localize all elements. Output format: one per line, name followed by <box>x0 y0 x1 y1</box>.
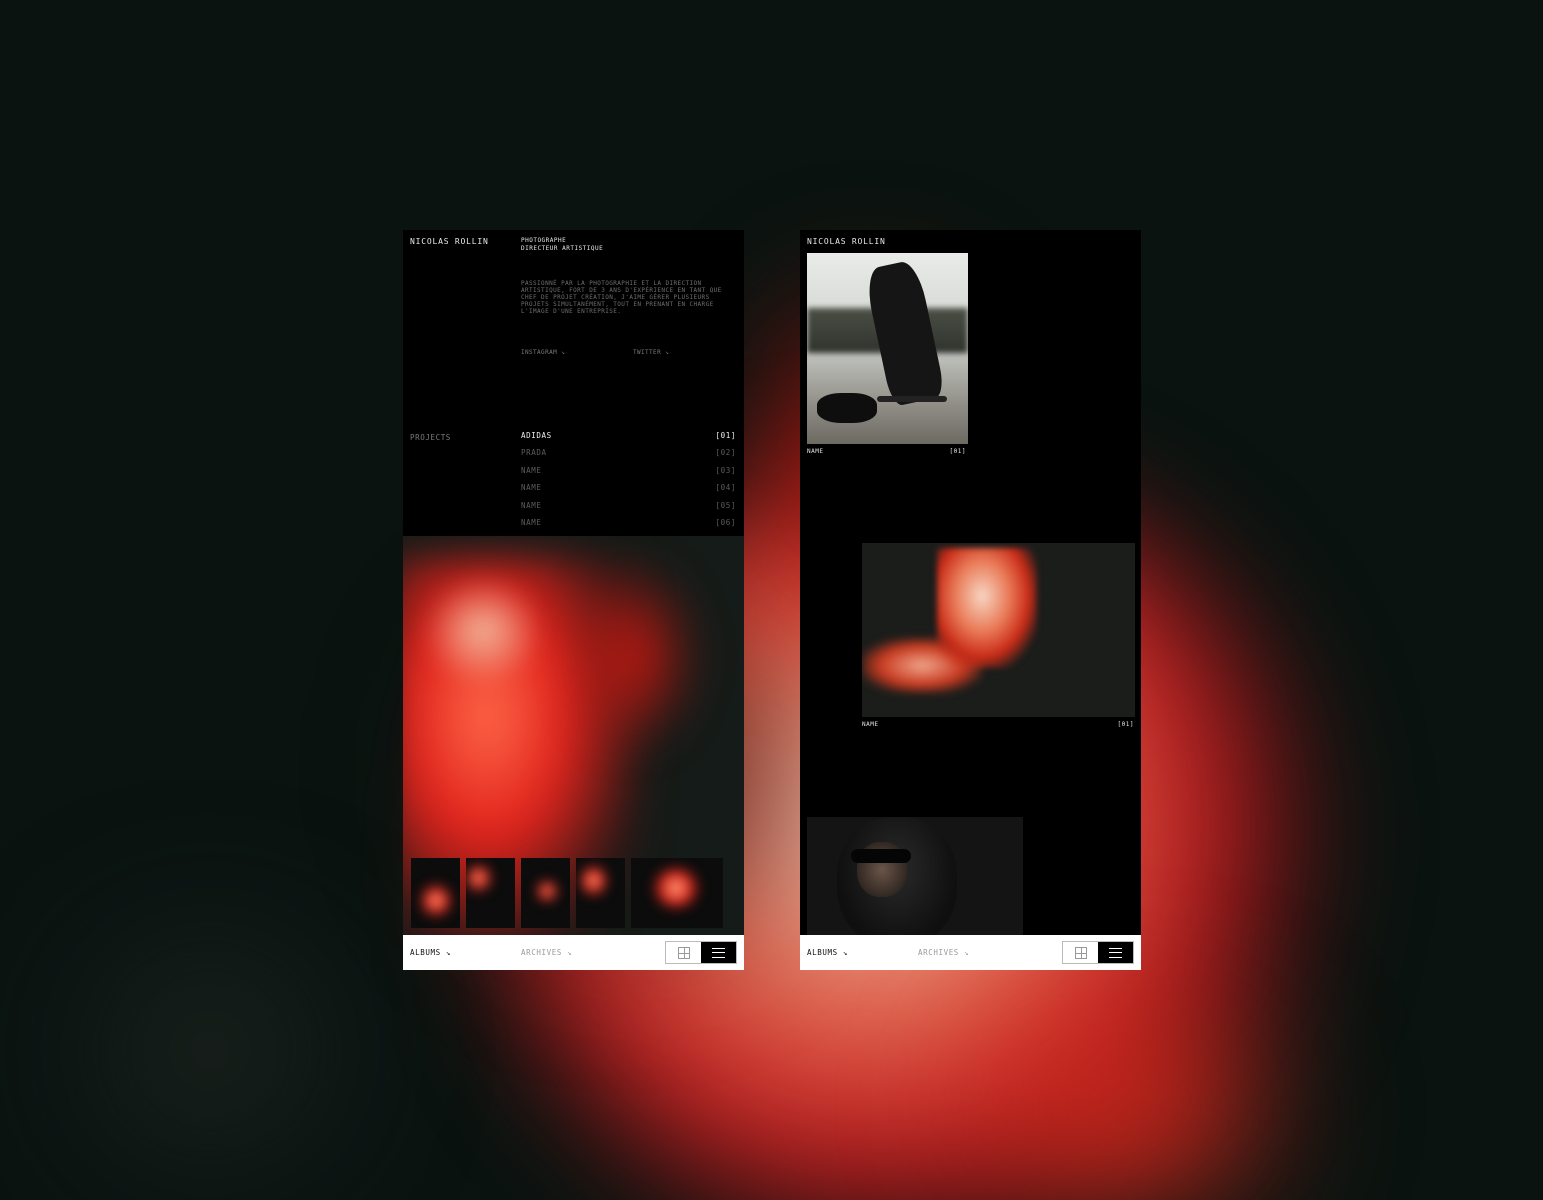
project-item[interactable]: ADIDAS [01] <box>521 431 736 448</box>
project-name: NAME <box>521 465 542 475</box>
list-icon <box>712 947 725 958</box>
thumbnail-image[interactable] <box>521 858 570 928</box>
thumbnail-strip <box>411 858 723 928</box>
project-number: [05] <box>715 500 736 510</box>
bio-text: PASSIONNÉ PAR LA PHOTOGRAPHIE ET LA DIRE… <box>521 280 722 315</box>
project-item[interactable]: NAME [05] <box>521 501 736 518</box>
albums-link[interactable]: ALBUMS ↘ <box>410 948 451 957</box>
list-icon <box>1109 947 1122 958</box>
grid-view-button[interactable] <box>1063 942 1098 963</box>
grid-view-button[interactable] <box>666 942 701 963</box>
project-number: [02] <box>715 448 736 458</box>
phone-screen-home: NICOLAS ROLLIN PHOTOGRAPHE DIRECTEUR ART… <box>403 230 744 970</box>
grid-icon <box>677 946 690 959</box>
list-view-button[interactable] <box>1098 942 1133 963</box>
project-item[interactable]: NAME [04] <box>521 483 736 500</box>
bottom-bar: ALBUMS ↘ ARCHIVES ↘ <box>800 935 1141 970</box>
photo-number: [01] <box>949 448 966 455</box>
role-item: DIRECTEUR ARTISTIQUE <box>521 245 604 252</box>
project-item[interactable]: PRADA [02] <box>521 448 736 465</box>
albums-link[interactable]: ALBUMS ↘ <box>807 948 848 957</box>
project-number: [03] <box>715 465 736 475</box>
view-toggle <box>1062 941 1134 964</box>
photo-name: NAME <box>862 721 879 728</box>
thumbnail-image[interactable] <box>466 858 515 928</box>
project-name: NAME <box>521 500 542 510</box>
photo-caption: NAME [01] <box>862 721 1134 728</box>
gallery-photo[interactable] <box>862 543 1135 717</box>
project-number: [04] <box>715 483 736 493</box>
projects-label: PROJECTS <box>410 433 451 442</box>
project-number: [01] <box>715 431 736 440</box>
project-name: PRADA <box>521 448 547 458</box>
project-name: ADIDAS <box>521 431 552 440</box>
phone-screen-gallery: NICOLAS ROLLIN NAME [01] NAME [01] ALBUM… <box>800 230 1141 970</box>
instagram-link[interactable]: INSTAGRAM ↘ <box>521 349 565 356</box>
gallery-photo[interactable] <box>807 253 968 444</box>
brand-name[interactable]: NICOLAS ROLLIN <box>410 237 489 246</box>
bottom-bar: ALBUMS ↘ ARCHIVES ↘ <box>403 935 744 970</box>
photo-name: NAME <box>807 448 824 455</box>
role-item: PHOTOGRAPHE <box>521 237 567 244</box>
list-view-button[interactable] <box>701 942 736 963</box>
archives-link[interactable]: ARCHIVES ↘ <box>918 948 969 957</box>
project-number: [06] <box>715 517 736 527</box>
grid-icon <box>1074 946 1087 959</box>
project-list: ADIDAS [01] PRADA [02] NAME [03] NAME [04] N… <box>521 431 736 535</box>
thumbnail-image[interactable] <box>576 858 625 928</box>
thumbnail-image[interactable] <box>411 858 460 928</box>
project-name: NAME <box>521 483 542 493</box>
archives-link[interactable]: ARCHIVES ↘ <box>521 948 572 957</box>
photo-caption: NAME [01] <box>807 448 966 455</box>
project-item[interactable]: NAME [03] <box>521 466 736 483</box>
photo-number: [01] <box>1117 721 1134 728</box>
blurred-background <box>0 0 1543 1200</box>
project-name: NAME <box>521 517 542 527</box>
project-item[interactable]: NAME [06] <box>521 518 736 535</box>
role-list: PHOTOGRAPHE DIRECTEUR ARTISTIQUE <box>521 237 603 253</box>
twitter-link[interactable]: TWITTER ↘ <box>633 349 669 356</box>
view-toggle <box>665 941 737 964</box>
gallery-photo[interactable] <box>807 817 1023 935</box>
thumbnail-image[interactable] <box>631 858 723 928</box>
brand-name[interactable]: NICOLAS ROLLIN <box>807 237 886 246</box>
